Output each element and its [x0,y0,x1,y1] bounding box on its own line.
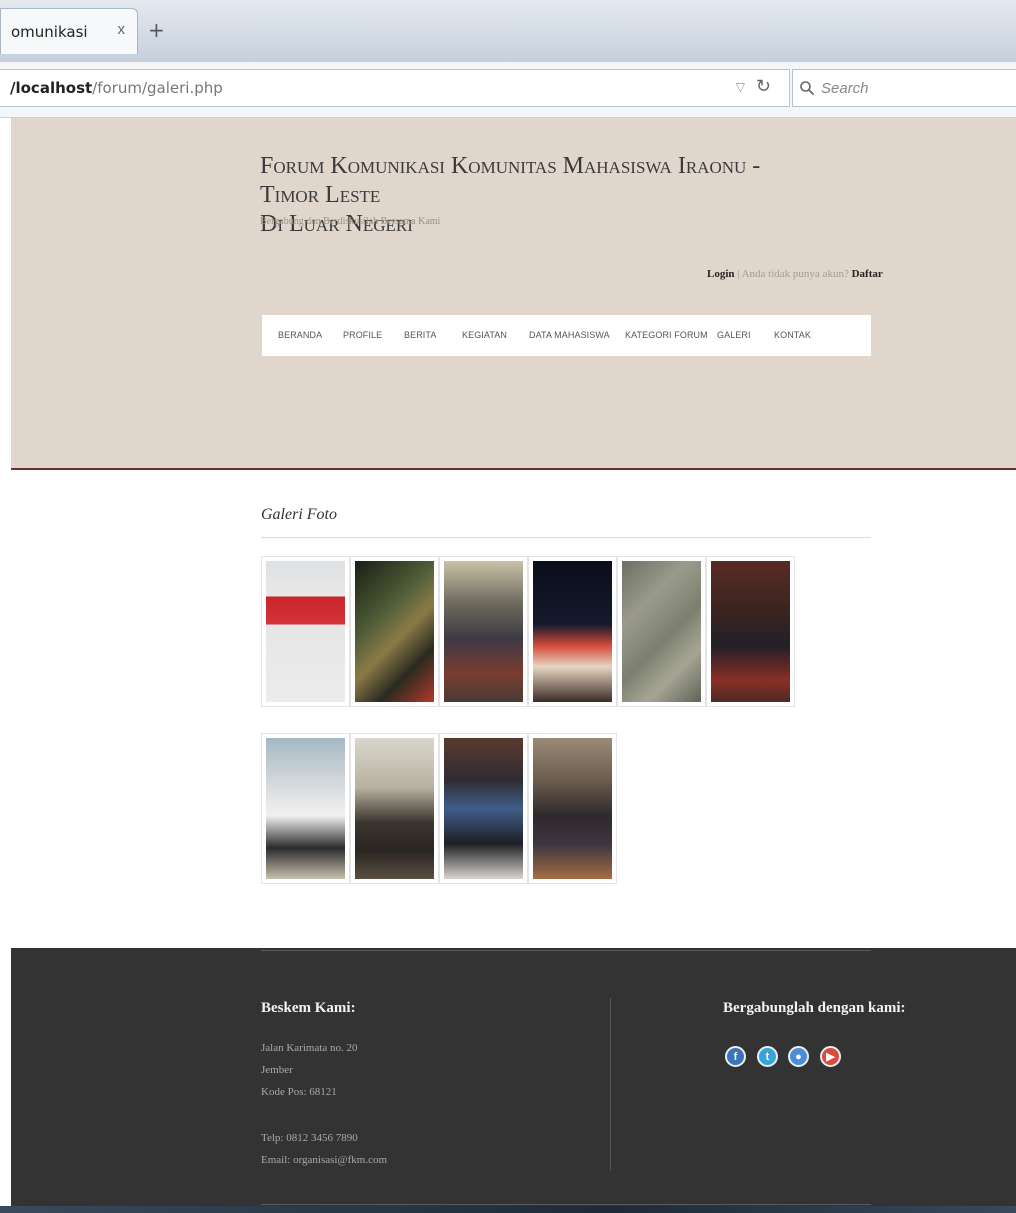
gallery-photo[interactable] [439,733,528,884]
close-tab-icon[interactable]: x [118,21,126,38]
gallery-photo[interactable] [528,556,617,707]
gallery-photo[interactable] [528,733,617,884]
search-icon [800,81,815,96]
browser-tab-bar: omunikasi x + [0,0,1016,62]
footer-top-divider [261,950,871,951]
address-line: Kode Pos: 68121 [261,1086,337,1098]
dropdown-arrow-icon[interactable]: ▽ [736,80,745,94]
photo-meeting-room [355,738,434,879]
url-text: /localhost/forum/galeri.php [10,79,223,97]
web-page: Forum Komunikasi Komunitas Mahasiswa Ira… [11,118,1016,1213]
gallery-photo[interactable] [706,556,795,707]
browser-navbar: /localhost/forum/galeri.php ▽ ↻ Search [0,62,1016,118]
reload-icon[interactable]: ↻ [756,76,771,97]
photo-graduation-hall [533,738,612,879]
url-path: /forum/galeri.php [92,79,223,97]
auth-links: Login | Anda tidak punya akun? Daftar [707,268,883,280]
address-bar[interactable]: /localhost/forum/galeri.php ▽ ↻ [0,69,790,107]
auth-text: | Anda tidak punya akun? [734,268,852,280]
browser-tab[interactable]: omunikasi x [0,8,138,54]
footer-column-divider [610,998,611,1171]
address-line: Jember [261,1064,293,1076]
twitter-icon[interactable]: t [757,1046,778,1067]
menu-item-galeri[interactable]: GALERI [717,330,751,340]
photo-group-night [355,561,434,702]
gallery-photo[interactable] [617,556,706,707]
menu-item-kategori-forum[interactable]: KATEGORI FORUM [625,330,708,340]
join-title: Bergabunglah dengan kami: [723,1000,906,1016]
flickr-icon[interactable]: ● [788,1046,809,1067]
address-line: Jalan Karimata no. 20 [261,1042,358,1054]
site-title-line1: Forum Komunikasi Komunitas Mahasiswa Ira… [260,153,761,208]
site-header: Forum Komunikasi Komunitas Mahasiswa Ira… [11,118,1016,470]
gallery-photo[interactable] [350,556,439,707]
photo-formal-group [711,561,790,702]
login-link[interactable]: Login [707,268,735,280]
youtube-icon[interactable]: ▶ [820,1046,841,1067]
gallery-divider [261,537,871,538]
new-tab-button[interactable]: + [148,18,165,42]
gallery-photo[interactable] [350,733,439,884]
footer-bottom-divider [261,1204,871,1205]
os-taskbar [0,1206,1016,1213]
menu-item-kontak[interactable]: KONTAK [774,330,811,340]
search-input[interactable]: Search [792,69,1016,107]
register-link[interactable]: Daftar [852,268,883,280]
menu-item-profile[interactable]: PROFILE [343,330,382,340]
photo-sports-team [266,738,345,879]
menu-item-data-mahasiswa[interactable]: DATA MAHASISWA [529,330,610,340]
site-footer: Beskem Kami: Jalan Karimata no. 20 Jembe… [11,948,1016,1213]
gallery-photo[interactable] [439,556,528,707]
menu-item-kegiatan[interactable]: KEGIATAN [462,330,507,340]
url-host: /localhost [10,79,93,97]
photo-students-with-flag [266,561,345,702]
main-menu: BERANDA PROFILE BERITA KEGIATAN DATA MAH… [262,315,871,356]
photo-satellite-map [622,561,701,702]
gallery-photo[interactable] [261,556,350,707]
photo-students-posing [444,738,523,879]
email-text: Email: organisasi@fkm.com [261,1154,388,1166]
menu-item-beranda[interactable]: BERANDA [278,330,322,340]
tab-title: omunikasi [11,22,88,41]
site-tagline: Bergabung dan Berdiskusilah Bersama Kami [260,216,441,227]
search-placeholder: Search [821,79,869,97]
phone-text: Telp: 0812 3456 7890 [261,1132,358,1144]
gallery-title: Galeri Foto [261,506,337,523]
facebook-icon[interactable]: f [725,1046,746,1067]
gallery-photo[interactable] [261,733,350,884]
photo-dance-stage [533,561,612,702]
menu-item-berita[interactable]: BERITA [404,330,436,340]
base-title: Beskem Kami: [261,1000,356,1016]
photo-traditional-costume [444,561,523,702]
